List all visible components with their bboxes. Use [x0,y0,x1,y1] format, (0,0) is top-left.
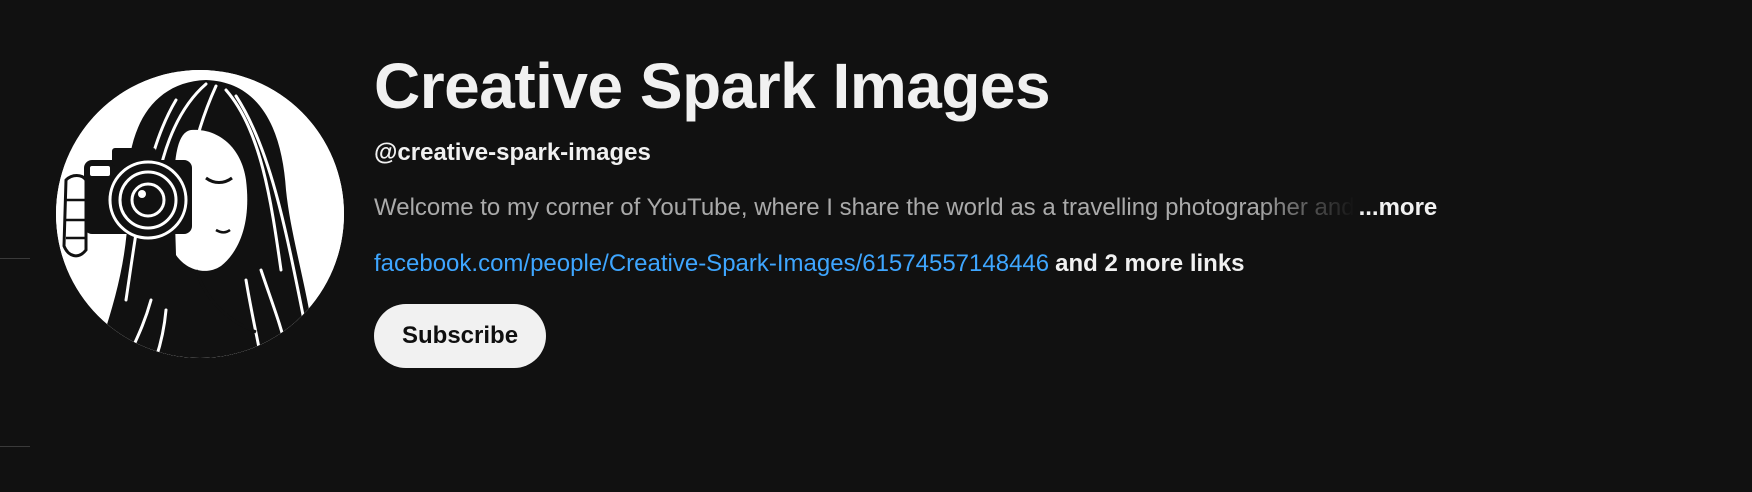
more-links-button[interactable]: and 2 more links [1055,250,1244,277]
channel-links: facebook.com/people/Creative-Spark-Image… [374,248,1674,280]
subscribe-button[interactable]: Subscribe [374,304,547,368]
channel-info: Creative Spark Images @creative-spark-im… [374,48,1674,368]
channel-avatar[interactable] [56,70,344,358]
divider-line [0,258,30,259]
description-text: Welcome to my corner of YouTube, where I… [374,194,1355,221]
description-more-button[interactable]: ...more [1359,192,1438,224]
channel-handle: @creative-spark-images [374,139,651,166]
facebook-link[interactable]: facebook.com/people/Creative-Spark-Image… [374,250,1049,277]
divider-line [0,446,30,447]
camera-girl-avatar-icon [56,70,344,358]
channel-description[interactable]: Welcome to my corner of YouTube, where I… [374,192,1674,224]
channel-title: Creative Spark Images [374,50,1051,122]
channel-header: Creative Spark Images @creative-spark-im… [0,0,1752,492]
